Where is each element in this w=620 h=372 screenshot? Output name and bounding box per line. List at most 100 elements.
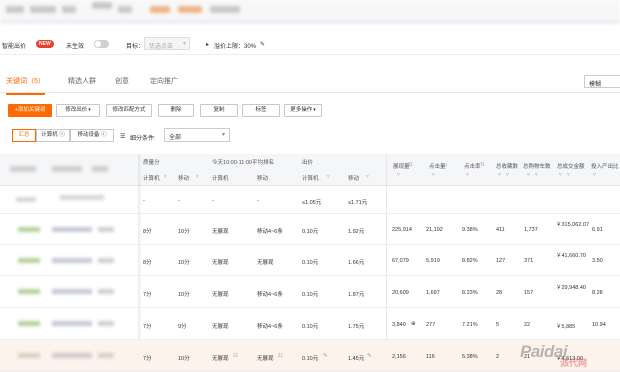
sort-icon[interactable]: ⇅ (480, 162, 485, 168)
nav-blur-block (6, 6, 24, 13)
keyword-blur (18, 353, 40, 358)
filter-funnel-icon[interactable]: ▿ (498, 172, 501, 178)
table-row[interactable]: 8分 10分 无展现 无展现 0.10元 1.66元 67,079 5,919 … (0, 245, 620, 276)
filter-funnel-icon[interactable]: ▿ (567, 172, 570, 178)
delete-button[interactable]: 删除 (158, 104, 194, 117)
filter-select[interactable]: 全部 (164, 128, 230, 142)
keyword-header-blur (52, 166, 82, 172)
bid-pc[interactable]: 0.10元 (302, 354, 318, 362)
keyword-blur (16, 197, 36, 202)
list-icon[interactable]: ☷ (278, 353, 283, 359)
quality-mobile: 9分 (178, 324, 187, 330)
filter-funnel-icon[interactable]: ▿ (164, 174, 167, 180)
bid-pc[interactable]: 0.10元 (302, 258, 318, 266)
total-fav: 127 (496, 258, 506, 264)
keyword-blur (52, 353, 92, 358)
filter-funnel-icon[interactable]: ▿ (196, 174, 199, 180)
ceiling-marker-icon: ▸ (206, 42, 210, 48)
filter-funnel-icon[interactable]: ▿ (593, 172, 596, 178)
subheader-quality-pc: 计算机 (143, 176, 160, 182)
header-clicks[interactable]: 点击量 (429, 162, 446, 170)
rank-pc: 无展现 (212, 324, 229, 330)
bid-pc[interactable]: 0.10元 (302, 227, 318, 235)
bid-mobile[interactable]: 1.75元 (348, 322, 364, 330)
total-trans: ￥5,885 (556, 324, 576, 330)
filter-funnel-icon[interactable]: ▿ (327, 174, 330, 180)
list-icon[interactable]: ☷ (233, 353, 238, 359)
quality-mobile: 10分 (178, 229, 190, 235)
total-fav: 5 (496, 322, 500, 328)
total-trans: ￥315,062.07 (556, 222, 590, 228)
table-row[interactable]: 7分 10分 无展现 移动4~6条 0.10元 1.87元 20,609 1,6… (0, 276, 620, 308)
filter-funnel-icon[interactable]: ▿ (527, 172, 530, 178)
rank-mobile: 无展现 (257, 356, 274, 362)
total-fav: 28 (496, 290, 503, 296)
filter-funnel-icon[interactable]: ▿ (397, 172, 400, 178)
bid-pc[interactable]: 0.10元 (302, 290, 318, 298)
segment-mobile[interactable]: 移动设备 ⓘ (70, 129, 114, 142)
filter-funnel-icon[interactable]: ▿ (559, 172, 562, 178)
total-cart: 371 (524, 258, 534, 264)
target-select[interactable]: 优选点击 (144, 37, 190, 50)
edit-pencil-icon[interactable]: ✎ (323, 353, 328, 359)
nav-blur-block (150, 6, 170, 13)
tab-bar: 关键词（5） 精选人群 创意 定向推广 模糊 (0, 70, 620, 95)
rank-pc: 无展现 (212, 229, 229, 235)
segment-pc[interactable]: 计算机 ⓘ (36, 129, 70, 142)
tag-button[interactable]: 标签 (242, 104, 280, 117)
table-row[interactable]: 7分 9分 无展现 移动4~6条 0.10元 1.75元 3,840 ⊕ 277… (0, 308, 620, 340)
info-icon[interactable]: ⊕ (411, 321, 416, 327)
sort-desc-icon[interactable]: ↓ (445, 162, 448, 168)
copy-button[interactable]: 复制 (200, 104, 238, 117)
header-roi[interactable]: 投入产出比 (591, 162, 619, 170)
more-actions-label: 更多操作 (290, 107, 313, 113)
tab-crowd[interactable]: 精选人群 (68, 76, 96, 86)
tab-creative[interactable]: 创意 (115, 76, 129, 86)
help-icon: ⓘ (101, 132, 107, 138)
modify-bid-button[interactable]: 修改出价▾ (56, 104, 100, 117)
bid-pc[interactable]: ≤1.05元 (302, 198, 321, 206)
smart-bid-toggle[interactable] (94, 40, 109, 48)
bid-mobile[interactable]: ≤1.71元 (348, 198, 367, 206)
sort-icon[interactable]: ⇅ (408, 162, 413, 168)
filter-funnel-icon[interactable]: ▿ (506, 172, 509, 178)
ctr: 9.38% (462, 227, 478, 233)
match-type-select[interactable]: 模糊 (584, 75, 620, 88)
nav-blur-block (178, 6, 202, 13)
header-total-trans[interactable]: 总成交金额 (557, 162, 585, 170)
table-row[interactable]: - - - - ≤1.05元 ≤1.71元 (0, 187, 620, 214)
bid-mobile[interactable]: 1.87元 (348, 290, 364, 298)
add-keyword-button[interactable]: +添加关键词 (8, 104, 52, 117)
filter-icon: ☰ (120, 134, 126, 140)
modify-match-button[interactable]: 修改匹配方式 (106, 104, 152, 117)
header-ctr[interactable]: 点击率 (464, 162, 481, 170)
bid-pc[interactable]: 0.10元 (302, 322, 318, 330)
quality-mobile: 10分 (178, 292, 190, 298)
rank-mobile: 移动4~6条 (257, 324, 283, 330)
roi: 3.50 (592, 258, 603, 264)
nav-blur-block (62, 6, 76, 13)
filter-funnel-icon[interactable]: ▿ (432, 172, 435, 178)
quality-pc: 7分 (143, 324, 152, 330)
rank-pc: 无展现 (212, 356, 229, 362)
impressions: 67,079 (392, 258, 409, 264)
edit-pencil-icon[interactable]: ✎ (260, 41, 265, 48)
table-row[interactable]: 8分 10分 无展现 移动4~6条 0.10元 1.92元 225,914 21… (0, 214, 620, 245)
tab-keywords[interactable]: 关键词（5） (6, 76, 45, 95)
segment-summary[interactable]: 汇总 (12, 129, 36, 142)
more-actions-button[interactable]: 更多操作▾ (284, 104, 322, 117)
bid-mobile[interactable]: 1.92元 (348, 227, 364, 235)
quality-mobile: 10分 (178, 356, 190, 362)
filter-funnel-icon[interactable]: ▿ (535, 172, 538, 178)
impressions: 2,156 (392, 354, 406, 360)
tab-targeting[interactable]: 定向推广 (150, 76, 178, 86)
segment-mobile-label: 移动设备 (77, 132, 100, 138)
bid-mobile[interactable]: 1.45元 (348, 354, 364, 362)
header-total-fav[interactable]: 总收藏数 (496, 162, 518, 170)
filter-funnel-icon[interactable]: ▿ (366, 174, 369, 180)
edit-pencil-icon[interactable]: ✎ (367, 353, 372, 359)
bid-mobile[interactable]: 1.66元 (348, 258, 364, 266)
keyword-blur (52, 321, 92, 326)
filter-funnel-icon[interactable]: ▿ (466, 172, 469, 178)
header-total-cart[interactable]: 总购物车数 (523, 162, 551, 170)
